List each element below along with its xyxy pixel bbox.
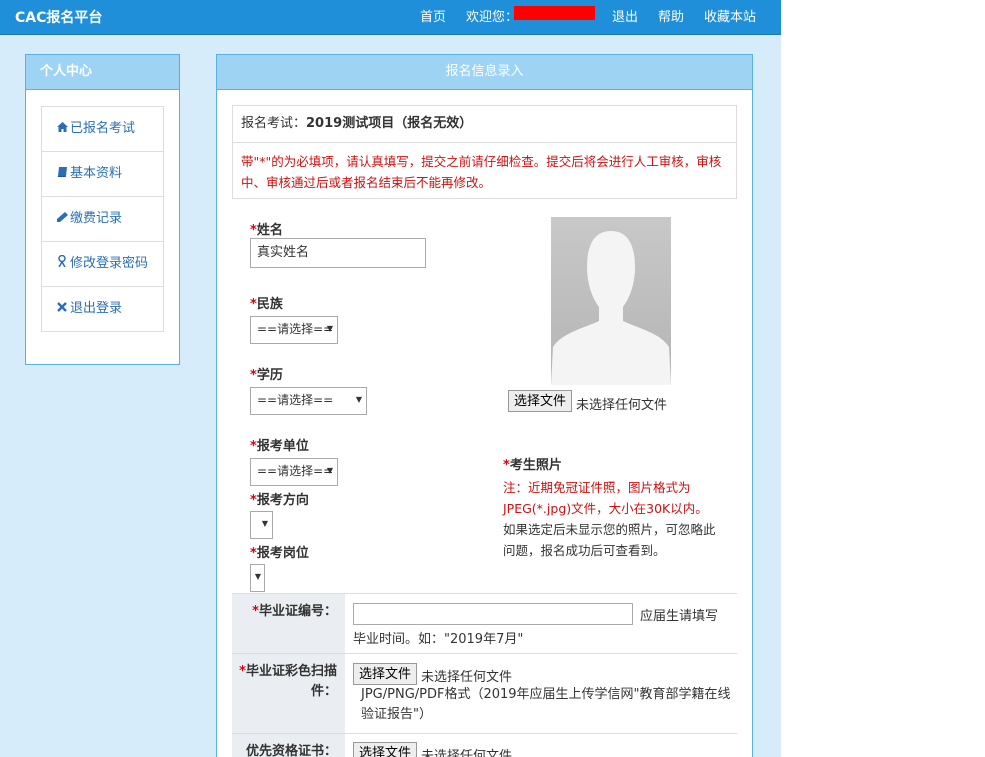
chevron-down-icon: ▼ <box>254 572 261 581</box>
home-icon <box>56 107 68 151</box>
nav-home-link[interactable]: 首页 <box>420 6 446 25</box>
unit-select[interactable]: ==请选择== ▼ <box>250 458 338 486</box>
cert-no-input[interactable] <box>353 603 633 625</box>
top-navbar: CAC报名平台 首页 欢迎您： 退出 帮助 收藏本站 <box>0 0 781 35</box>
position-select[interactable]: ▼ <box>250 564 265 592</box>
education-select[interactable]: ==请选择== ▼ <box>250 387 367 415</box>
ethnicity-select[interactable]: ==请选择== ▼ <box>250 316 338 344</box>
photo-file-status: 未选择任何文件 <box>576 398 668 413</box>
exam-notice-box: 报名考试：2019测试项目（报名无效） 带"*"的为必填项，请认真填写，提交之前… <box>232 105 737 199</box>
cert-no-hint: 应届生请填写 <box>640 609 719 624</box>
nav-bookmark-link[interactable]: 收藏本站 <box>704 6 756 25</box>
cert-scan-choose-file-button[interactable]: 选择文件 <box>353 663 418 685</box>
nav-logout-link[interactable]: 退出 <box>612 6 638 25</box>
cert-no-label: *毕业证编号： <box>232 594 345 654</box>
exam-name: 2019测试项目（报名无效） <box>306 116 473 131</box>
direction-select[interactable]: ▼ <box>250 511 273 539</box>
direction-label: *报考方向 <box>250 493 309 508</box>
chevron-down-icon: ▼ <box>326 324 333 333</box>
sidebar-item-basic-info[interactable]: 基本资料 <box>42 152 163 197</box>
table-row-priority-cert: 优先资格证书： 选择文件 未选择任何文件 <box>232 733 737 757</box>
close-icon <box>56 287 68 331</box>
chevron-down-icon: ▼ <box>355 395 362 404</box>
exam-info-row: 报名考试：2019测试项目（报名无效） <box>233 106 736 143</box>
sidebar-item-label: 退出登录 <box>70 301 123 316</box>
sidebar-item-label: 基本资料 <box>70 166 123 181</box>
sidebar-item-change-password[interactable]: 修改登录密码 <box>42 242 163 287</box>
position-label: *报考岗位 <box>250 546 309 561</box>
sidebar-item-payment-records[interactable]: 缴费记录 <box>42 197 163 242</box>
photo-notes: 注：近期免冠证件照，图片格式为JPEG(*.jpg)文件，大小在30K以内。 如… <box>503 477 718 561</box>
cert-scan-hint: JPG/PNG/PDF格式（2019年应届生上传学信网"教育部学籍在线验证报告"… <box>361 687 731 722</box>
sidebar-item-label: 修改登录密码 <box>70 256 149 271</box>
sidebar-menu: 已报名考试 基本资料 缴费记录 修改登录密码 退出登录 <box>41 106 164 332</box>
brand-logo[interactable]: CAC报名平台 <box>15 7 102 27</box>
chevron-down-icon: ▼ <box>261 519 268 528</box>
table-row-cert-scan: *毕业证彩色扫描 件： 选择文件 未选择任何文件 JPG/PNG/PDF格式（20… <box>232 653 737 734</box>
photo-display-note: 如果选定后未显示您的照片，可忽略此问题，报名成功后可查看到。 <box>503 522 716 558</box>
nav-help-link[interactable]: 帮助 <box>658 6 684 25</box>
registration-title: 报名信息录入 <box>217 55 752 90</box>
sidebar-item-registered-exams[interactable]: 已报名考试 <box>42 107 163 152</box>
exam-prefix: 报名考试： <box>241 116 307 131</box>
photo-label: *考生照片 <box>503 458 562 473</box>
pencil-icon <box>56 197 68 241</box>
name-label: *姓名 <box>250 223 283 238</box>
priority-choose-file-button[interactable]: 选择文件 <box>353 742 418 757</box>
education-label: *学历 <box>250 368 283 383</box>
photo-choose-file-button[interactable]: 选择文件 <box>508 390 573 412</box>
cert-scan-file-status: 未选择任何文件 <box>421 670 513 685</box>
name-input[interactable]: 真实姓名 <box>250 238 426 268</box>
redacted-username <box>514 6 595 20</box>
user-key-icon <box>56 242 68 286</box>
priority-cert-label: 优先资格证书： <box>232 734 345 757</box>
table-row-cert-no: *毕业证编号： 应届生请填写 毕业时间。如："2019年7月" <box>232 593 737 654</box>
photo-placeholder <box>551 217 671 385</box>
unit-label: *报考单位 <box>250 439 309 454</box>
cert-scan-label: *毕业证彩色扫描 件： <box>232 654 345 734</box>
book-icon <box>56 152 68 196</box>
person-silhouette-icon <box>551 217 671 385</box>
priority-file-status: 未选择任何文件 <box>421 749 513 757</box>
required-notice: 带"*"的为必填项，请认真填写，提交之前请仔细检查。提交后将会进行人工审核，审核… <box>241 154 722 190</box>
cert-no-hint-2: 毕业时间。如："2019年7月" <box>353 632 524 647</box>
sidebar-title: 个人中心 <box>26 55 179 90</box>
ethnicity-label: *民族 <box>250 297 283 312</box>
photo-format-note: 注：近期免冠证件照，图片格式为JPEG(*.jpg)文件，大小在30K以内。 <box>503 480 708 516</box>
sidebar-item-label: 已报名考试 <box>70 121 136 136</box>
app-window: CAC报名平台 首页 欢迎您： 退出 帮助 收藏本站 个人中心 已报名考试 基本… <box>0 0 781 757</box>
registration-panel: 报名信息录入 报名考试：2019测试项目（报名无效） 带"*"的为必填项，请认真… <box>216 54 753 757</box>
sidebar-item-label: 缴费记录 <box>70 211 123 226</box>
personal-center-panel: 个人中心 已报名考试 基本资料 缴费记录 修改登录密码 退出登录 <box>25 54 180 365</box>
sidebar-item-logout[interactable]: 退出登录 <box>42 287 163 331</box>
welcome-text: 欢迎您： <box>466 10 519 25</box>
chevron-down-icon: ▼ <box>326 466 333 475</box>
